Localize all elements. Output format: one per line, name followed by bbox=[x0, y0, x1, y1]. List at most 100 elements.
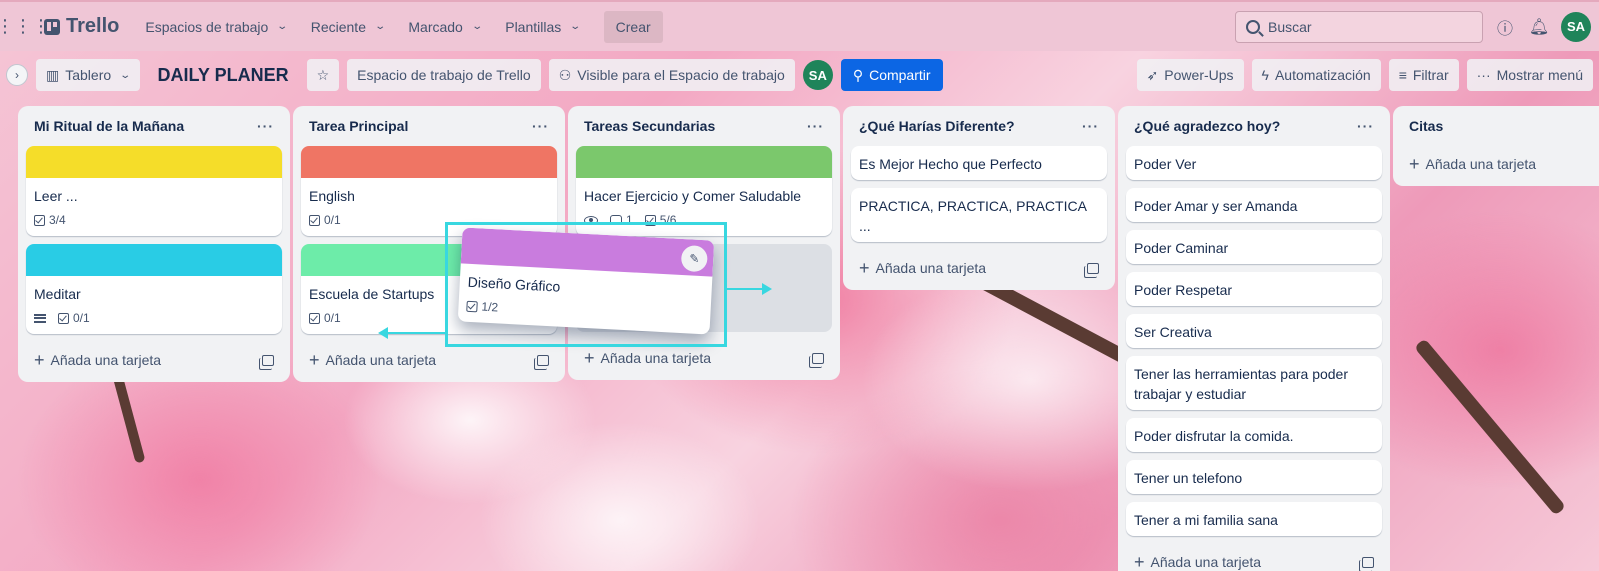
card-meditar[interactable]: Meditar 0/1 bbox=[26, 244, 282, 334]
nav-templates[interactable]: Plantillas ⌄ bbox=[493, 13, 591, 41]
member-avatar[interactable]: SA bbox=[802, 60, 833, 90]
card-title: Hacer Ejercicio y Comer Saludable bbox=[584, 188, 802, 204]
dragged-card[interactable]: ✎ Diseño Gráfico 1/2 bbox=[457, 227, 715, 335]
list-title[interactable]: ¿Qué Harías Diferente? bbox=[859, 118, 1015, 134]
checklist-badge: 5/6 bbox=[644, 210, 676, 230]
star-button[interactable]: ☆ bbox=[306, 59, 340, 91]
list-menu-icon[interactable]: ··· bbox=[1082, 118, 1099, 134]
list-item[interactable]: Poder Caminar bbox=[1126, 230, 1382, 264]
card-template-icon[interactable] bbox=[534, 354, 549, 370]
add-card-button[interactable]: + Añada una tarjeta bbox=[1126, 544, 1382, 571]
add-card-button[interactable]: + Añada una tarjeta bbox=[576, 340, 832, 376]
plus-icon: + bbox=[859, 258, 870, 278]
list-title[interactable]: Tareas Secundarias bbox=[584, 118, 715, 134]
comment-icon bbox=[610, 215, 622, 225]
card-mejor-hecho[interactable]: Es Mejor Hecho que Perfecto bbox=[851, 146, 1107, 180]
expand-sidebar-icon[interactable]: › bbox=[6, 64, 28, 86]
plus-icon: + bbox=[584, 348, 595, 368]
arrow-left-annotation bbox=[378, 327, 446, 339]
card-template-icon[interactable] bbox=[1359, 556, 1374, 571]
list-item[interactable]: Tener un telefono bbox=[1126, 460, 1382, 494]
list-menu-icon[interactable]: ··· bbox=[532, 118, 549, 134]
list-header[interactable]: Citas bbox=[1401, 106, 1591, 146]
trello-logo-icon bbox=[44, 18, 60, 35]
nav-recent-label: Reciente bbox=[310, 18, 366, 35]
list-title[interactable]: ¿Qué agradezco hoy? bbox=[1134, 118, 1280, 134]
checklist-count: 0/1 bbox=[73, 311, 90, 325]
filter-icon: ≡ bbox=[1398, 67, 1407, 83]
checklist-icon bbox=[466, 300, 478, 312]
list-title[interactable]: Mi Ritual de la Mañana bbox=[34, 118, 184, 134]
add-card-label: Añada una tarjeta bbox=[600, 350, 712, 366]
search-input[interactable]: Buscar bbox=[1235, 10, 1483, 43]
edit-pencil-icon[interactable]: ✎ bbox=[680, 244, 708, 273]
list-header[interactable]: ¿Qué agradezco hoy? ··· bbox=[1126, 106, 1382, 146]
plus-icon: + bbox=[34, 350, 45, 370]
chevron-down-icon: ⌄ bbox=[276, 21, 289, 32]
list-item[interactable]: Ser Creativa bbox=[1126, 314, 1382, 348]
add-card-button[interactable]: + Añada una tarjeta bbox=[851, 250, 1107, 286]
plus-icon: + bbox=[309, 350, 320, 370]
list-header[interactable]: Tareas Secundarias ··· bbox=[576, 106, 832, 146]
filter-button[interactable]: ≡ Filtrar bbox=[1388, 59, 1459, 91]
card-title: Poder disfrutar la comida. bbox=[1134, 428, 1294, 444]
nav-workspaces-label: Espacios de trabajo bbox=[145, 18, 269, 35]
powerups-button[interactable]: ➶ Power-Ups bbox=[1136, 59, 1244, 91]
list-header[interactable]: ¿Qué Harías Diferente? ··· bbox=[851, 106, 1107, 146]
card-practica[interactable]: PRACTICA, PRACTICA, PRACTICA ... bbox=[851, 188, 1107, 242]
comments-badge: 1 bbox=[610, 210, 633, 230]
bell-icon[interactable]: 🔔︎ bbox=[1527, 15, 1551, 39]
nav-starred[interactable]: Marcado ⌄ bbox=[396, 13, 493, 41]
search-placeholder: Buscar bbox=[1268, 18, 1312, 35]
add-card-button[interactable]: + Añada una tarjeta bbox=[301, 342, 557, 378]
list-gratitude[interactable]: ¿Qué agradezco hoy? ··· Poder Ver Poder … bbox=[1118, 106, 1390, 571]
info-icon[interactable]: ⓘ bbox=[1493, 15, 1517, 39]
card-title: Poder Ver bbox=[1134, 156, 1197, 172]
card-ejercicio[interactable]: Hacer Ejercicio y Comer Saludable 1 5/6 bbox=[576, 146, 832, 236]
trello-logo[interactable]: Trello bbox=[44, 15, 119, 38]
add-card-button[interactable]: + Añada una tarjeta bbox=[26, 342, 282, 378]
list-menu-icon[interactable]: ··· bbox=[1357, 118, 1374, 134]
card-template-icon[interactable] bbox=[1084, 262, 1099, 278]
nav-starred-label: Marcado bbox=[408, 18, 463, 35]
list-title[interactable]: Tarea Principal bbox=[309, 118, 408, 134]
checklist-count: 0/1 bbox=[324, 311, 341, 325]
top-navigation: ⋮⋮⋮ Trello Espacios de trabajo ⌄ Recient… bbox=[0, 0, 1599, 51]
card-title: Tener las herramientas para poder trabaj… bbox=[1134, 366, 1349, 402]
list-header[interactable]: Tarea Principal ··· bbox=[301, 106, 557, 146]
list-item[interactable]: Poder Ver bbox=[1126, 146, 1382, 180]
list-citas[interactable]: Citas + Añada una tarjeta bbox=[1393, 106, 1599, 186]
card-leer[interactable]: Leer ... 3/4 bbox=[26, 146, 282, 236]
card-template-icon[interactable] bbox=[809, 352, 824, 368]
list-item[interactable]: Tener a mi familia sana bbox=[1126, 502, 1382, 536]
show-menu-button[interactable]: ··· Mostrar menú bbox=[1466, 59, 1593, 91]
list-menu-icon[interactable]: ··· bbox=[807, 118, 824, 134]
share-button[interactable]: ⚲ Compartir bbox=[840, 59, 943, 91]
list-item[interactable]: Poder Respetar bbox=[1126, 272, 1382, 306]
list-item[interactable]: Tener las herramientas para poder trabaj… bbox=[1126, 356, 1382, 410]
view-switcher-button[interactable]: ▥ Tablero ⌄ bbox=[36, 59, 140, 91]
list-menu-icon[interactable]: ··· bbox=[257, 118, 274, 134]
board-title[interactable]: DAILY PLANER bbox=[148, 65, 299, 86]
nav-workspaces[interactable]: Espacios de trabajo ⌄ bbox=[133, 13, 298, 41]
list-morning-ritual[interactable]: Mi Ritual de la Mañana ··· Leer ... 3/4 … bbox=[18, 106, 290, 382]
chevron-down-icon: ⌄ bbox=[119, 69, 132, 81]
add-card-button[interactable]: + Añada una tarjeta bbox=[1401, 146, 1591, 182]
card-title: PRACTICA, PRACTICA, PRACTICA ... bbox=[859, 198, 1087, 234]
list-title[interactable]: Citas bbox=[1409, 118, 1443, 134]
user-avatar[interactable]: SA bbox=[1561, 11, 1591, 42]
list-item[interactable]: Poder Amar y ser Amanda bbox=[1126, 188, 1382, 222]
chevron-down-icon: ⌄ bbox=[471, 21, 483, 32]
card-template-icon[interactable] bbox=[259, 354, 274, 370]
automation-button[interactable]: ϟ Automatización bbox=[1251, 59, 1381, 91]
automation-label: Automatización bbox=[1274, 67, 1371, 83]
create-button[interactable]: Crear bbox=[603, 10, 663, 43]
card-english[interactable]: English 0/1 bbox=[301, 146, 557, 236]
nav-recent[interactable]: Reciente ⌄ bbox=[299, 13, 397, 41]
workspace-button[interactable]: Espacio de trabajo de Trello bbox=[347, 59, 541, 91]
visibility-button[interactable]: ⚇ Visible para el Espacio de trabajo bbox=[548, 59, 795, 91]
list-what-different[interactable]: ¿Qué Harías Diferente? ··· Es Mejor Hech… bbox=[843, 106, 1115, 290]
app-switcher-icon[interactable]: ⋮⋮⋮ bbox=[0, 16, 50, 38]
list-header[interactable]: Mi Ritual de la Mañana ··· bbox=[26, 106, 282, 146]
list-item[interactable]: Poder disfrutar la comida. bbox=[1126, 418, 1382, 452]
